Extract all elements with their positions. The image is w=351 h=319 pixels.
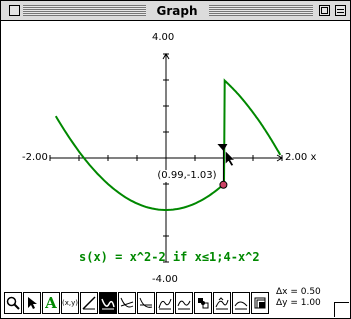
- letter-a-icon: A: [45, 294, 57, 312]
- trace-point: [219, 180, 228, 189]
- function-formula[interactable]: s(x) = x^2-2 if x≤1;4-x^2: [79, 250, 260, 264]
- arrow-icon: [26, 296, 38, 310]
- select-tool[interactable]: [23, 292, 41, 314]
- extremum-icon: [158, 296, 172, 310]
- collapse-box-button[interactable]: [335, 5, 346, 16]
- intersect-tool[interactable]: [194, 292, 212, 314]
- graph-plot-area[interactable]: 4.00 -4.00 -2.00 2.00 x (0.99,-1.03) s(x…: [2, 22, 350, 290]
- y-max-label: 4.00: [152, 32, 175, 43]
- tool-palette: A (x,y): [4, 292, 269, 314]
- x-max-label: 2.00 x: [285, 152, 317, 163]
- line-tool[interactable]: [80, 292, 98, 314]
- zoom-box-button[interactable]: [319, 5, 330, 16]
- curve-tool[interactable]: [232, 292, 250, 314]
- transform-tool[interactable]: [213, 292, 231, 314]
- xy-point-icon: (x,y): [62, 299, 78, 307]
- text-tool[interactable]: A: [42, 292, 60, 314]
- close-button[interactable]: [9, 5, 20, 16]
- table-tool[interactable]: [251, 292, 269, 314]
- trace-coordinates: (0.99,-1.03): [157, 169, 217, 182]
- tangent-tool[interactable]: [118, 292, 136, 314]
- resize-handle[interactable]: [334, 302, 349, 317]
- extremum-tool[interactable]: [156, 292, 174, 314]
- delta-x: Δx = 0.50: [276, 287, 321, 297]
- integral-tool[interactable]: [175, 292, 193, 314]
- title-bar-stripes-left: [23, 5, 146, 16]
- point-tool[interactable]: (x,y): [61, 292, 79, 314]
- intersect-icon: [196, 296, 210, 310]
- cursor-arrow-icon: [225, 150, 236, 167]
- trace-curve-icon: [101, 296, 115, 310]
- trace-marker[interactable]: [217, 144, 236, 189]
- integral-icon: [177, 296, 191, 310]
- curve-left-branch: [54, 115, 225, 211]
- trace-tool[interactable]: [99, 292, 117, 314]
- zero-tool[interactable]: [137, 292, 155, 314]
- trace-pin-icon: [217, 144, 228, 151]
- curve-right-branch: [223, 78, 282, 185]
- y-min-label: -4.00: [152, 274, 178, 285]
- table-icon: [253, 296, 267, 310]
- tangent-icon: [120, 296, 134, 310]
- window-title: Graph: [151, 3, 203, 19]
- title-bar[interactable]: Graph: [1, 1, 350, 21]
- zero-icon: [139, 296, 153, 310]
- delta-y: Δy = 1.00: [276, 298, 321, 308]
- title-bar-stripes-right: [209, 5, 313, 16]
- transform-icon: [215, 296, 229, 310]
- magnifier-icon: [6, 296, 20, 310]
- curve-icon: [234, 296, 248, 310]
- x-min-label: -2.00: [22, 152, 48, 163]
- delta-readout: Δx = 0.50 Δy = 1.00: [276, 287, 321, 309]
- line-icon: [82, 296, 96, 310]
- zoom-tool[interactable]: [4, 292, 22, 314]
- graph-window: Graph 4.00 -4.00 -2.00 2.00 x (0.99,-1.0…: [0, 0, 351, 319]
